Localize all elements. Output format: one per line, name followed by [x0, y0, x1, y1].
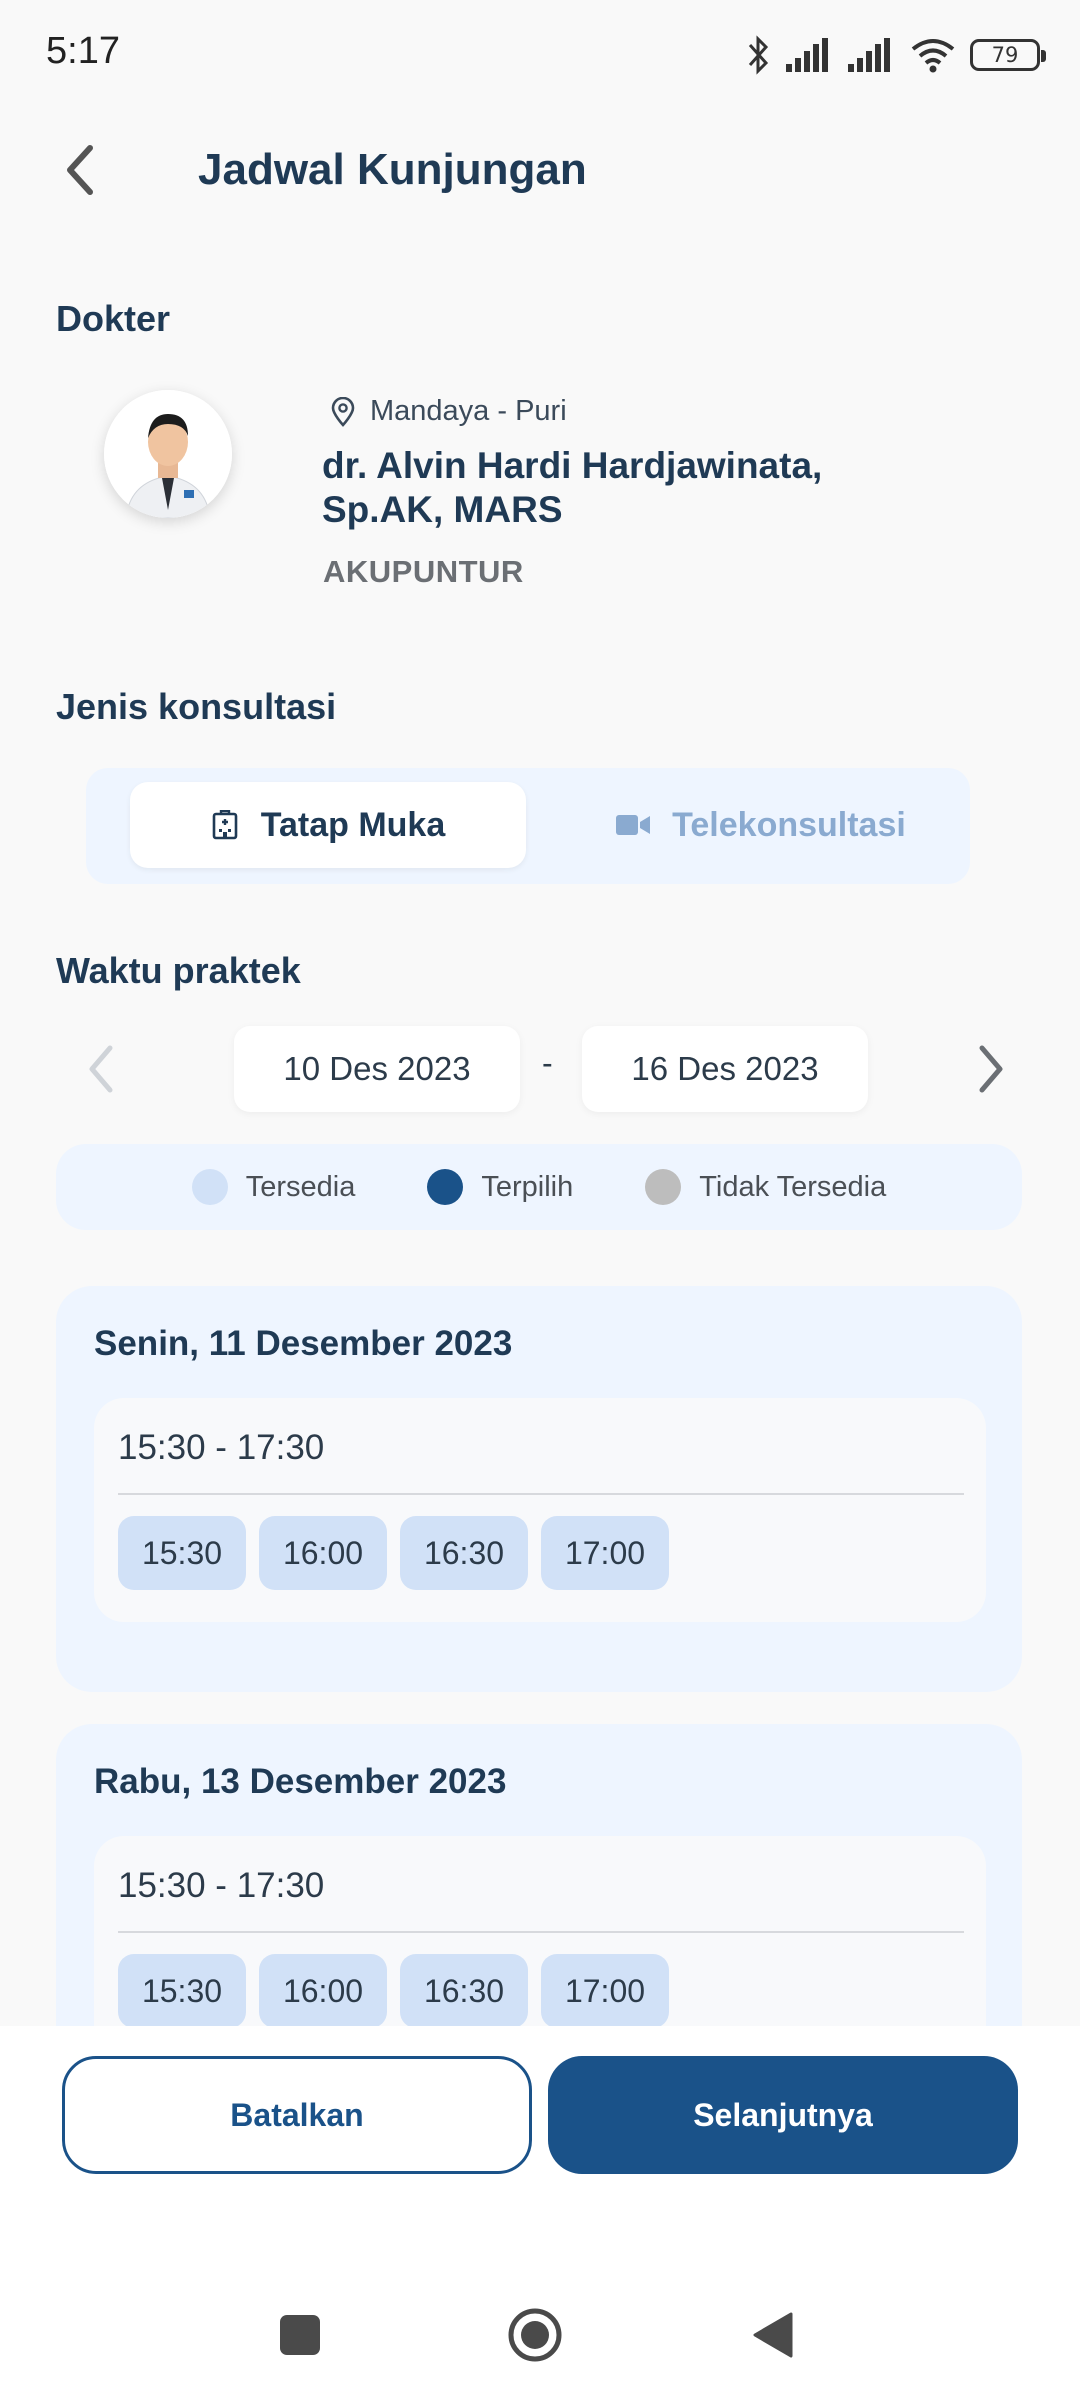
triangle-back-icon	[753, 2312, 793, 2358]
page: 5:17 79 Jadwal Kunjungan Dokter Mandaya …	[0, 0, 1080, 2400]
doctor-name-line1: dr. Alvin Hardi Hardjawinata,	[322, 445, 823, 486]
consultation-section-label: Jenis konsultasi	[56, 686, 337, 727]
prev-week-button[interactable]	[76, 1034, 126, 1104]
next-week-button[interactable]	[966, 1034, 1016, 1104]
slot-panel: 15:30 - 17:30 15:30 16:00 16:30 17:00	[94, 1398, 986, 1622]
status-time: 5:17	[46, 30, 120, 72]
tab-tatap-muka-label: Tatap Muka	[260, 805, 446, 844]
doctor-name: dr. Alvin Hardi Hardjawinata, Sp.AK, MAR…	[322, 444, 1022, 532]
next-button[interactable]: Selanjutnya	[548, 2056, 1018, 2174]
header: Jadwal Kunjungan	[0, 120, 1080, 220]
slot-range: 15:30 - 17:30	[118, 1866, 325, 1905]
tab-tatap-muka[interactable]: Tatap Muka	[130, 782, 526, 868]
day-title: Senin, 11 Desember 2023	[94, 1324, 513, 1363]
legend-unavailable-dot	[645, 1169, 682, 1205]
home-button[interactable]	[505, 2305, 565, 2365]
time-slot-chip[interactable]: 17:00	[541, 1954, 669, 2028]
time-slot-chip[interactable]: 16:00	[259, 1954, 387, 2028]
date-from[interactable]: 10 Des 2023	[234, 1026, 520, 1112]
chevron-right-icon	[979, 1045, 1003, 1093]
status-icons: 79	[746, 30, 1046, 80]
date-separator: -	[542, 1045, 553, 1081]
square-icon	[280, 2315, 320, 2355]
day-title: Rabu, 13 Desember 2023	[94, 1762, 507, 1801]
system-nav-bar	[0, 2290, 1080, 2380]
status-bar: 5:17 79	[0, 0, 1080, 110]
consultation-toggle: Tatap Muka Telekonsultasi	[86, 768, 970, 884]
time-slot-chip[interactable]: 15:30	[118, 1516, 246, 1590]
time-slot-chip[interactable]: 16:30	[400, 1516, 528, 1590]
time-slots: 15:30 16:00 16:30 17:00	[118, 1954, 669, 2028]
tab-telekonsultasi[interactable]: Telekonsultasi	[576, 782, 946, 868]
wifi-icon	[911, 39, 955, 73]
cancel-button[interactable]: Batalkan	[62, 2056, 532, 2174]
doctor-name-line2: Sp.AK, MARS	[322, 489, 563, 530]
location-pin-icon	[331, 396, 355, 427]
time-slot-chip[interactable]: 15:30	[118, 1954, 246, 2028]
hospital-icon	[212, 810, 238, 840]
system-back-button[interactable]	[742, 2305, 802, 2365]
schedule-section-label: Waktu praktek	[56, 950, 301, 991]
doctor-portrait-icon	[104, 390, 232, 518]
battery-icon: 79	[970, 39, 1046, 71]
legend-unavailable: Tidak Tersedia	[645, 1169, 886, 1205]
time-slots: 15:30 16:00 16:30 17:00	[118, 1516, 669, 1590]
chevron-left-icon	[67, 145, 93, 195]
back-button[interactable]	[50, 140, 110, 200]
legend-available: Tersedia	[191, 1169, 356, 1205]
recents-button[interactable]	[270, 2305, 330, 2365]
page-title: Jadwal Kunjungan	[198, 145, 587, 194]
availability-legend: Tersedia Terpilih Tidak Tersedia	[56, 1144, 1022, 1230]
doctor-specialty: AKUPUNTUR	[323, 554, 524, 589]
day-card: Senin, 11 Desember 2023 15:30 - 17:30 15…	[56, 1286, 1022, 1692]
signal-icon-2	[848, 38, 890, 72]
divider	[118, 1493, 964, 1495]
slot-range: 15:30 - 17:30	[118, 1428, 325, 1467]
doctor-section-label: Dokter	[56, 298, 171, 339]
date-to[interactable]: 16 Des 2023	[582, 1026, 868, 1112]
video-icon	[616, 815, 651, 835]
bluetooth-icon	[748, 35, 769, 75]
doctor-avatar	[104, 390, 232, 518]
doctor-location-text: Mandaya - Puri	[370, 395, 567, 427]
legend-available-label: Tersedia	[245, 1170, 356, 1203]
divider	[118, 1931, 964, 1933]
time-slot-chip[interactable]: 16:30	[400, 1954, 528, 2028]
home-circle-icon	[508, 2308, 562, 2362]
legend-selected: Terpilih	[427, 1169, 573, 1205]
legend-selected-label: Terpilih	[481, 1170, 574, 1203]
tab-telekonsultasi-label: Telekonsultasi	[672, 805, 906, 844]
legend-unavailable-label: Tidak Tersedia	[699, 1170, 887, 1203]
legend-selected-dot	[427, 1169, 464, 1205]
time-slot-chip[interactable]: 17:00	[541, 1516, 669, 1590]
legend-available-dot	[191, 1169, 228, 1205]
chevron-left-icon	[89, 1045, 113, 1093]
signal-icon	[786, 38, 828, 72]
time-slot-chip[interactable]: 16:00	[259, 1516, 387, 1590]
doctor-location: Mandaya - Puri	[330, 395, 567, 428]
